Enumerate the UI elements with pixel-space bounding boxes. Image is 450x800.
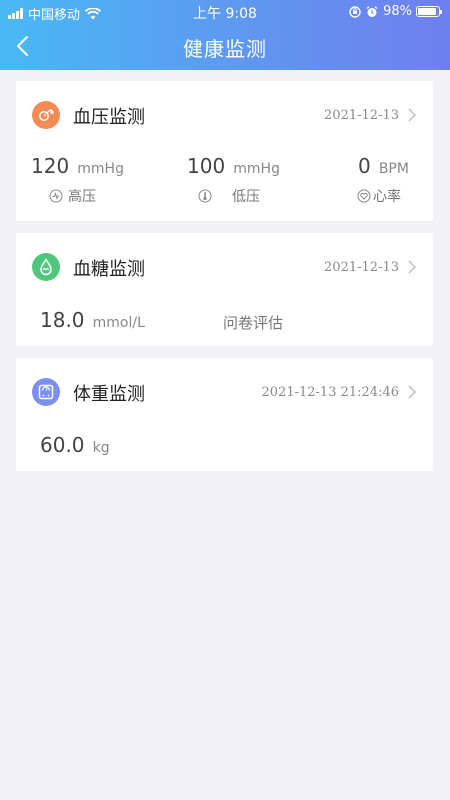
systolic-label-row: 高压 [49,186,96,206]
scale-icon [32,378,60,406]
weight-value: 60.0 kg [40,433,110,457]
weight-date: 2021-12-13 21:24:46 [261,385,399,400]
battery-percent: 98% [383,4,412,19]
systolic-label: 高压 [68,189,96,205]
blood-sugar-value: 18.0 mmol/L [40,308,145,332]
blood-sugar-unit: mmol/L [92,315,145,331]
heart-rate-unit: BPM [378,161,409,177]
blood-pressure-card-header[interactable]: 血压监测 2021-12-13 [16,81,433,151]
blood-drop-icon [32,253,60,281]
questionnaire-link[interactable]: 问卷评估 [223,312,283,333]
blood-sugar-card[interactable]: 血糖监测 2021-12-13 18.0 mmol/L 问卷评估 [16,233,433,346]
blood-pressure-date: 2021-12-13 [324,108,399,123]
alarm-icon [366,5,378,17]
heart-rate-label-row: 心率 [357,186,401,206]
app-header: 中国移动 上午 9:08 98% 健康监测 [0,0,450,70]
status-bar: 中国移动 上午 9:08 98% [0,0,450,23]
diastolic-label: 低压 [232,189,260,205]
chevron-right-icon [408,260,417,274]
diastolic-number: 100 [187,154,226,178]
blood-sugar-card-header[interactable]: 血糖监测 2021-12-13 [16,233,433,303]
weight-title: 体重监测 [73,384,145,405]
systolic-number: 120 [31,154,70,178]
status-right: 98% [349,4,442,19]
heart-rate-value: 0 BPM [358,154,409,178]
heart-rate-number: 0 [358,154,371,178]
blood-pressure-card[interactable]: 血压监测 2021-12-13 120 mmHg 高压 100 mmHg 低压 … [16,81,433,221]
diastolic-label-row: 低压 [198,186,260,206]
blood-pressure-title: 血压监测 [73,107,145,128]
diastolic-value: 100 mmHg [187,154,280,178]
blood-sugar-title: 血糖监测 [73,259,145,280]
systolic-value: 120 mmHg [31,154,124,178]
blood-sugar-date: 2021-12-13 [324,260,399,275]
chevron-right-icon [408,385,417,399]
weight-unit: kg [92,440,110,456]
battery-icon [416,6,442,17]
pulse-icon [49,189,63,203]
thermometer-icon [198,189,212,203]
weight-card-header[interactable]: 体重监测 2021-12-13 21:24:46 [16,358,433,428]
weight-card[interactable]: 体重监测 2021-12-13 21:24:46 60.0 kg [16,358,433,471]
rotation-lock-icon [349,5,361,18]
nav-bar: 健康监测 [0,24,450,70]
heart-icon [357,189,371,203]
blood-sugar-number: 18.0 [40,308,85,332]
chevron-right-icon [408,108,417,122]
systolic-unit: mmHg [77,161,124,177]
weight-number: 60.0 [40,433,85,457]
heart-rate-label: 心率 [373,189,401,205]
blood-pressure-icon [32,101,60,129]
diastolic-unit: mmHg [233,161,280,177]
page-title: 健康监测 [183,37,267,61]
